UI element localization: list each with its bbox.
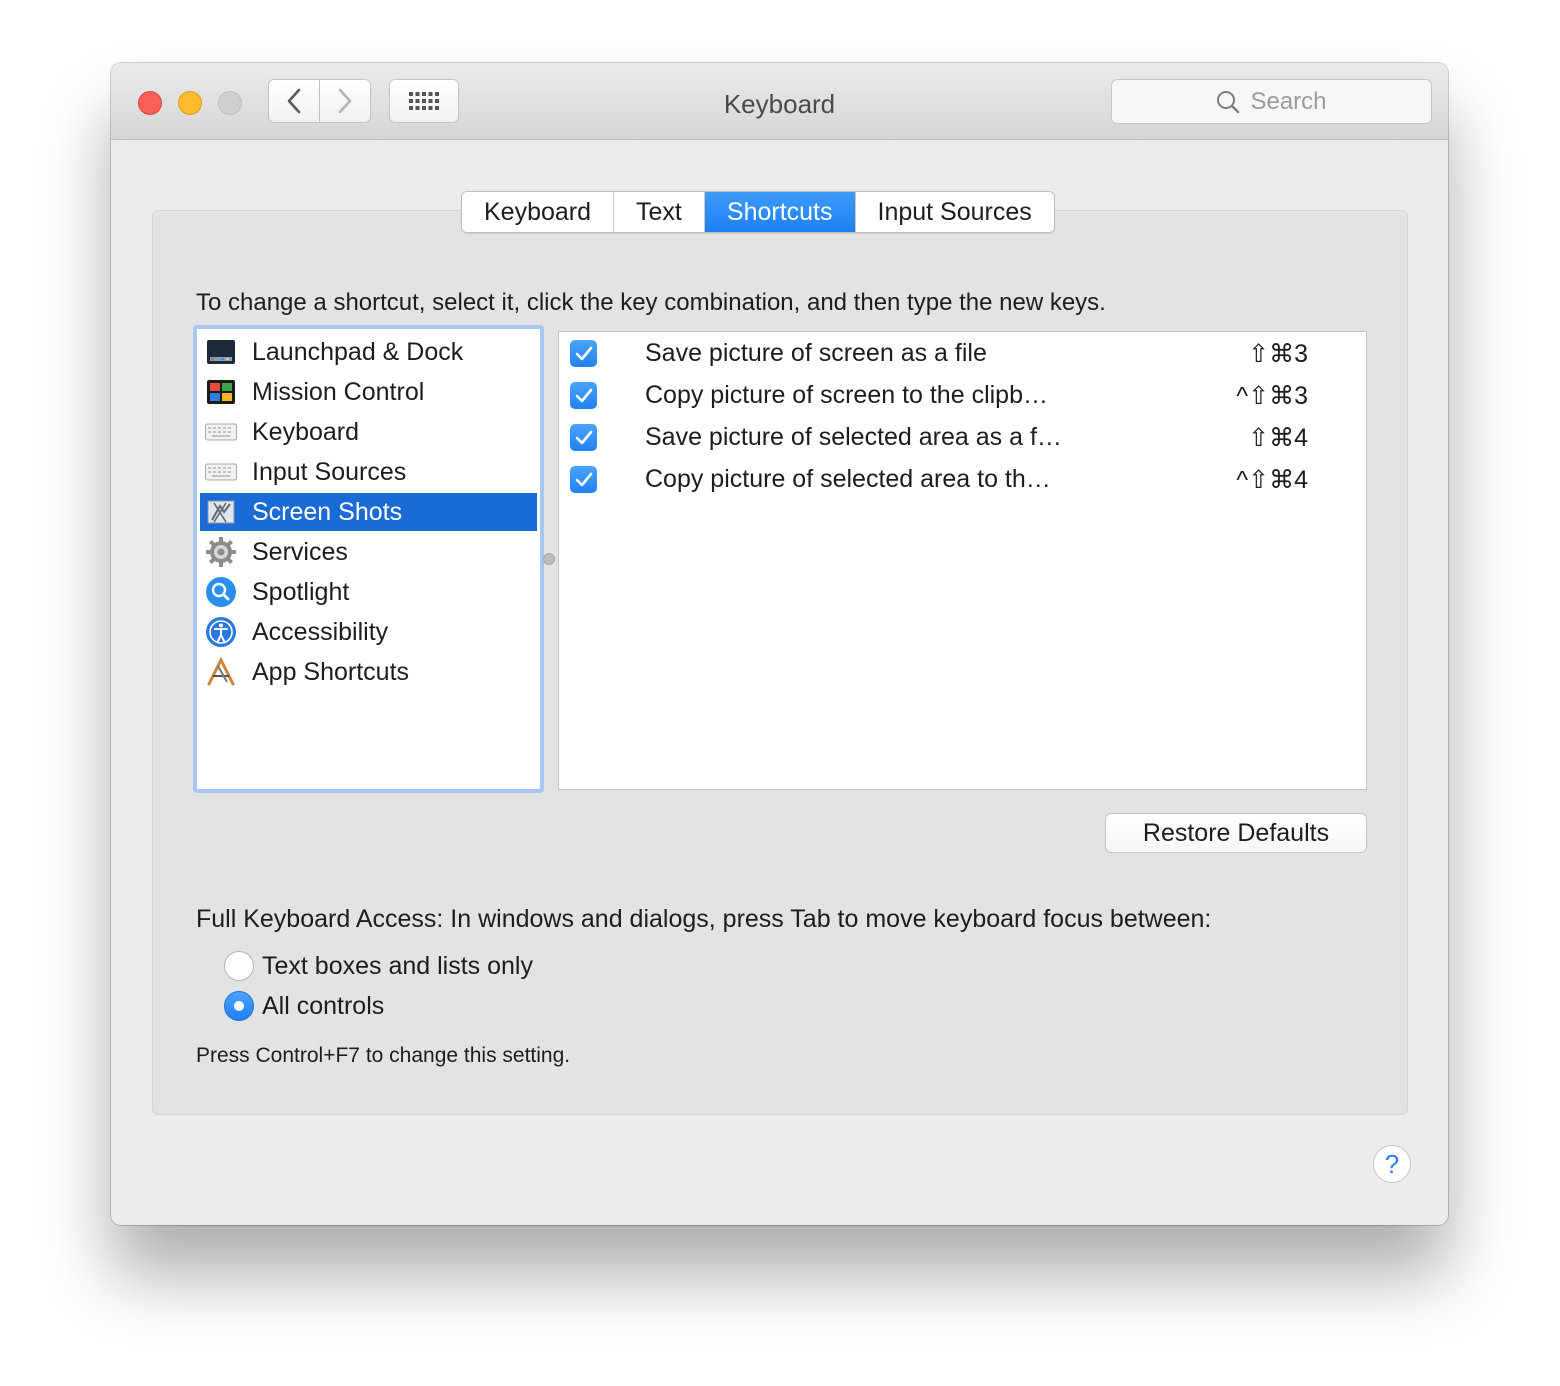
shortcut-label: Copy picture of screen to the clipb… — [645, 381, 1048, 409]
radio-button[interactable] — [224, 991, 254, 1021]
full-keyboard-access-label: Full Keyboard Access: In windows and dia… — [196, 905, 1212, 933]
category-app-shortcuts[interactable]: App Shortcuts — [200, 653, 537, 691]
instruction-text: To change a shortcut, select it, click t… — [196, 289, 1106, 316]
tab-keyboard[interactable]: Keyboard — [462, 192, 615, 232]
shortcut-keys[interactable]: ^⇧⌘3 — [1236, 381, 1308, 411]
table-row[interactable]: Copy picture of screen to the clipb… ^⇧⌘… — [559, 374, 1366, 416]
tab-input-sources[interactable]: Input Sources — [855, 192, 1054, 232]
category-input-sources[interactable]: Input Sources — [200, 453, 537, 491]
split-view-handle[interactable] — [543, 553, 555, 565]
category-label: Launchpad & Dock — [252, 337, 464, 366]
radio-text-boxes-lists[interactable]: Text boxes and lists only — [224, 951, 533, 981]
search-placeholder: Search — [1250, 87, 1327, 115]
shortcut-enabled-checkbox[interactable] — [570, 340, 597, 367]
category-launchpad-dock[interactable]: Launchpad & Dock — [200, 333, 537, 371]
shortcut-label: Save picture of selected area as a f… — [645, 423, 1062, 451]
category-label: Keyboard — [252, 417, 360, 446]
category-label: Input Sources — [252, 457, 407, 486]
shortcut-enabled-checkbox[interactable] — [570, 382, 597, 409]
help-button[interactable]: ? — [1373, 1145, 1411, 1183]
category-keyboard[interactable]: Keyboard — [200, 413, 537, 451]
category-label: Spotlight — [252, 577, 350, 606]
launchpad-dock-icon — [205, 336, 237, 368]
category-label: Accessibility — [252, 617, 389, 646]
shortcut-enabled-checkbox[interactable] — [570, 466, 597, 493]
restore-defaults-button[interactable]: Restore Defaults — [1105, 813, 1367, 853]
tab-bar: Keyboard Text Shortcuts Input Sources — [461, 191, 1055, 233]
checkmark-icon — [575, 346, 592, 360]
keyboard-icon — [205, 456, 237, 488]
radio-label: All controls — [262, 991, 385, 1020]
category-label: Services — [252, 537, 348, 566]
accessibility-icon — [205, 616, 237, 648]
shortcut-keys[interactable]: ⇧⌘3 — [1248, 339, 1308, 369]
category-mission-control[interactable]: Mission Control — [200, 373, 537, 411]
search-icon — [1217, 90, 1240, 113]
spotlight-icon — [205, 576, 237, 608]
shortcut-keys[interactable]: ^⇧⌘4 — [1236, 465, 1308, 495]
shortcut-enabled-checkbox[interactable] — [570, 424, 597, 451]
table-row[interactable]: Save picture of selected area as a f… ⇧⌘… — [559, 416, 1366, 458]
category-label: Screen Shots — [252, 497, 403, 526]
mission-control-icon — [205, 376, 237, 408]
shortcuts-table: Save picture of screen as a file ⇧⌘3 Cop… — [558, 331, 1367, 790]
shortcut-keys[interactable]: ⇧⌘4 — [1248, 423, 1308, 453]
category-services[interactable]: Services — [200, 533, 537, 571]
keyboard-icon — [205, 416, 237, 448]
radio-all-controls[interactable]: All controls — [224, 991, 384, 1021]
table-row[interactable]: Save picture of screen as a file ⇧⌘3 — [559, 332, 1366, 374]
category-label: Mission Control — [252, 377, 425, 406]
table-row[interactable]: Copy picture of selected area to th… ^⇧⌘… — [559, 458, 1366, 500]
title-bar: Keyboard Search — [111, 63, 1448, 140]
tab-text[interactable]: Text — [614, 192, 705, 232]
tab-shortcuts[interactable]: Shortcuts — [704, 192, 856, 232]
radio-button[interactable] — [224, 951, 254, 981]
preferences-window: Keyboard Search Keyboard Text Shortcuts … — [111, 63, 1448, 1225]
category-screen-shots[interactable]: Screen Shots — [200, 493, 537, 531]
radio-label: Text boxes and lists only — [262, 951, 533, 980]
screenshot-icon — [205, 496, 237, 528]
checkmark-icon — [575, 430, 592, 444]
category-accessibility[interactable]: Accessibility — [200, 613, 537, 651]
category-spotlight[interactable]: Spotlight — [200, 573, 537, 611]
app-shortcuts-icon — [205, 656, 237, 688]
checkmark-icon — [575, 388, 592, 402]
search-field[interactable]: Search — [1111, 79, 1432, 124]
category-list[interactable]: Launchpad & Dock Mission Control Keyboar… — [193, 325, 544, 793]
category-label: App Shortcuts — [252, 657, 410, 686]
control-f7-hint: Press Control+F7 to change this setting. — [196, 1044, 571, 1067]
gear-icon — [205, 536, 237, 568]
shortcut-label: Save picture of screen as a file — [645, 339, 987, 367]
shortcut-label: Copy picture of selected area to th… — [645, 465, 1051, 493]
checkmark-icon — [575, 472, 592, 486]
